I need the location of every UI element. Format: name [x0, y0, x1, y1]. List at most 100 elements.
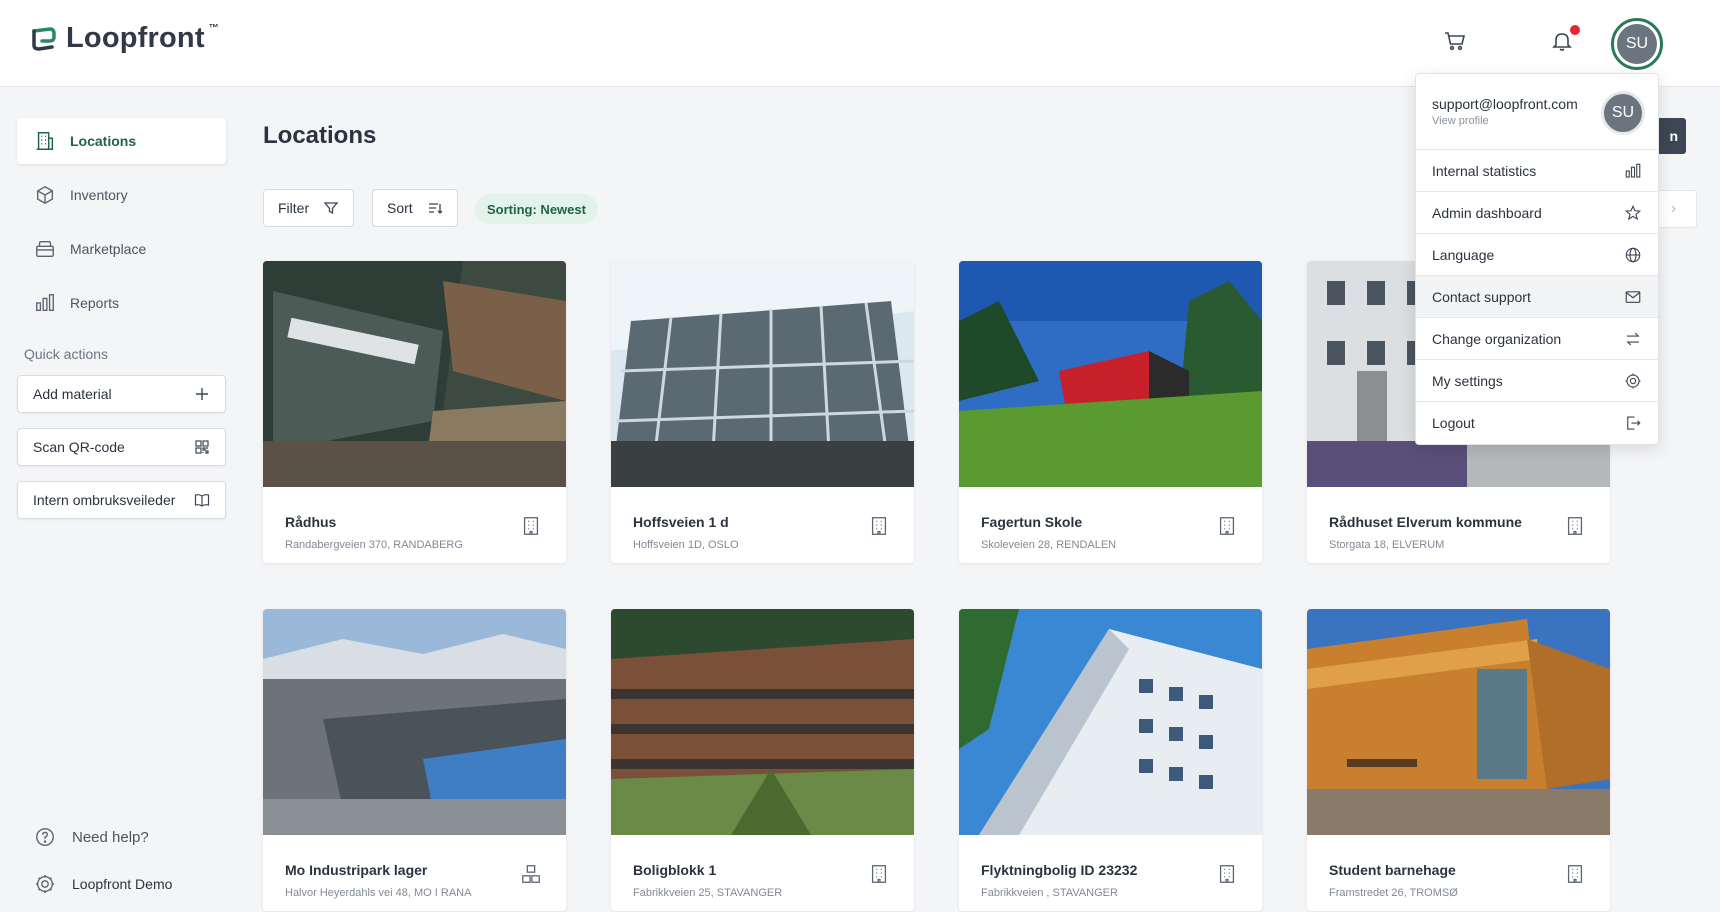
loopfront-logo[interactable]: Loopfront ™: [30, 22, 223, 55]
need-help-link[interactable]: Need help?: [34, 826, 149, 848]
menu-item-admin-dashboard[interactable]: Admin dashboard: [1416, 192, 1658, 234]
menu-item-label: Language: [1432, 246, 1495, 263]
sorting-status-badge[interactable]: Sorting: Newest: [475, 194, 598, 224]
mail-icon: [1625, 290, 1641, 303]
location-photo: [1307, 609, 1610, 835]
location-card[interactable]: Hoffsveien 1 d Hoffsveien 1D, OSLO: [611, 261, 914, 563]
organization-name: Loopfront Demo: [72, 876, 173, 892]
plus-icon: [196, 388, 208, 400]
page-title: Locations: [263, 122, 377, 149]
gear-icon: [1625, 373, 1641, 388]
menu-item-label: Logout: [1432, 415, 1475, 431]
location-card[interactable]: Boligblokk 1 Fabrikkveien 25, STAVANGER: [611, 609, 914, 911]
building-icon: [1219, 517, 1235, 535]
location-photo: [959, 609, 1262, 835]
menu-item-change-organization[interactable]: Change organization: [1416, 318, 1658, 360]
location-address: Storgata 18, ELVERUM: [1329, 539, 1445, 551]
location-address: Framstredet 26, TROMSØ: [1329, 887, 1458, 899]
button-label: Intern ombruksveileder: [33, 492, 176, 508]
menu-item-label: Admin dashboard: [1432, 204, 1542, 221]
menu-item-language[interactable]: Language: [1416, 234, 1658, 276]
sidebar-item-locations[interactable]: Locations: [17, 118, 226, 164]
location-card[interactable]: Flyktningbolig ID 23232 Fabrikkveien , S…: [959, 609, 1262, 911]
loopfront-logo-icon: [32, 26, 56, 51]
location-photo: [263, 609, 566, 835]
bar-chart-icon: [1625, 163, 1641, 178]
add-material-button[interactable]: Add material: [17, 375, 226, 413]
qr-icon: [195, 440, 209, 454]
menu-item-label: Change organization: [1432, 330, 1562, 347]
menu-item-label: Internal statistics: [1432, 162, 1537, 179]
avatar: SU: [1601, 91, 1645, 135]
gear-icon: [35, 874, 55, 894]
location-name: Student barnehage: [1329, 862, 1456, 878]
menu-item-my-settings[interactable]: My settings: [1416, 360, 1658, 402]
location-name: Flyktningbolig ID 23232: [981, 862, 1138, 878]
location-name: Fagertun Skole: [981, 514, 1083, 530]
cart-icon[interactable]: [1443, 29, 1467, 53]
location-name: Boligblokk 1: [633, 862, 717, 878]
location-name: Rådhuset Elverum kommune: [1329, 514, 1522, 530]
brand-trademark: ™: [208, 23, 219, 34]
star-icon: [1624, 204, 1642, 220]
menu-item-internal-statistics[interactable]: Internal statistics: [1416, 150, 1658, 192]
sidebar-item-inventory[interactable]: Inventory: [17, 172, 226, 218]
location-card[interactable]: Mo Industripark lager Halvor Heyerdahls …: [263, 609, 566, 911]
location-card[interactable]: Student barnehage Framstredet 26, TROMSØ: [1307, 609, 1610, 911]
notification-dot: [1570, 25, 1580, 35]
menu-item-contact-support[interactable]: Contact support: [1416, 276, 1658, 318]
need-help-label: Need help?: [72, 828, 149, 846]
globe-icon: [1625, 247, 1641, 262]
brand-name: Loopfront: [66, 22, 205, 54]
location-photo: [263, 261, 566, 487]
building-icon: [1567, 517, 1583, 535]
location-card[interactable]: Rådhus Randabergveien 370, RANDABERG: [263, 261, 566, 563]
user-avatar-button[interactable]: SU: [1611, 18, 1663, 70]
organization-switcher[interactable]: Loopfront Demo: [34, 873, 172, 895]
warehouse-icon: [522, 865, 540, 883]
location-card[interactable]: Fagertun Skole Skoleveien 28, RENDALEN: [959, 261, 1262, 563]
filter-button[interactable]: Filter: [263, 189, 355, 227]
profile-menu: support@loopfront.com View profile SU In…: [1415, 73, 1659, 445]
menu-item-logout[interactable]: Logout: [1416, 402, 1658, 444]
quick-actions-title: Quick actions: [24, 346, 109, 362]
building-icon: [1567, 865, 1583, 883]
menu-item-label: Contact support: [1432, 288, 1531, 305]
sort-button[interactable]: Sort: [372, 189, 458, 227]
location-photo: [959, 261, 1262, 487]
menu-item-label: My settings: [1432, 372, 1503, 389]
basket-icon: [36, 240, 54, 258]
location-name: Hoffsveien 1 d: [633, 514, 729, 530]
button-label: Sort: [387, 200, 413, 216]
building-icon: [871, 517, 887, 535]
view-profile-link[interactable]: View profile: [1432, 115, 1489, 127]
sidebar-item-marketplace[interactable]: Marketplace: [17, 226, 226, 272]
sidebar-item-reports[interactable]: Reports: [17, 280, 226, 326]
location-address: Hoffsveien 1D, OSLO: [633, 539, 739, 551]
box-icon: [36, 185, 54, 205]
building-icon: [1219, 865, 1235, 883]
intern-ombruksveileder-button[interactable]: Intern ombruksveileder: [17, 481, 226, 519]
button-label: Scan QR-code: [33, 439, 125, 455]
location-name: Mo Industripark lager: [285, 862, 428, 878]
bar-chart-icon: [36, 294, 54, 312]
sidebar-item-label: Inventory: [70, 187, 128, 203]
sidebar-item-label: Locations: [70, 133, 137, 149]
swap-icon: [1626, 332, 1640, 345]
button-label: Filter: [278, 200, 310, 216]
scan-qr-code-button[interactable]: Scan QR-code: [17, 428, 226, 466]
profile-menu-header: support@loopfront.com View profile SU: [1416, 74, 1658, 150]
building-icon: [871, 865, 887, 883]
location-address: Randabergveien 370, RANDABERG: [285, 539, 463, 551]
location-address: Halvor Heyerdahls vei 48, MO I RANA: [285, 887, 472, 899]
location-address: Skoleveien 28, RENDALEN: [981, 539, 1117, 551]
building-icon: [523, 517, 539, 535]
user-email: support@loopfront.com: [1432, 96, 1578, 112]
button-label: Add material: [33, 386, 112, 402]
book-icon: [194, 494, 210, 507]
sort-icon: [428, 203, 443, 214]
building-icon: [36, 132, 54, 150]
location-address: Fabrikkveien 25, STAVANGER: [633, 887, 783, 899]
filter-icon: [323, 202, 339, 215]
location-photo: [611, 609, 914, 835]
